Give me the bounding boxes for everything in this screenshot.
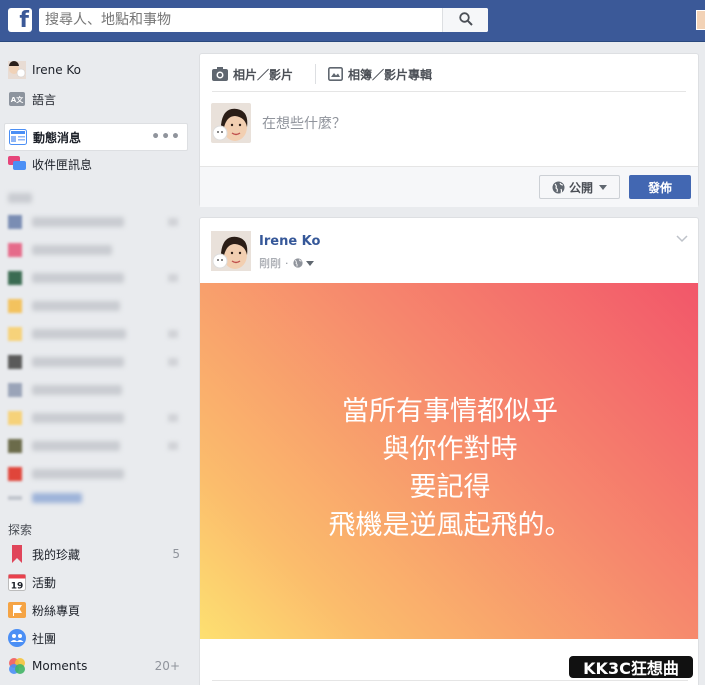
blurred-shortcut[interactable]: [8, 352, 184, 372]
svg-text:A文: A文: [11, 95, 24, 104]
post-meta: 剛剛 ·: [259, 255, 314, 271]
search-input[interactable]: [39, 8, 443, 32]
sidebar-item-label: 活動: [32, 575, 57, 590]
sidebar-item-pages[interactable]: 粉絲專頁: [4, 597, 188, 623]
privacy-label: 公開: [568, 180, 593, 195]
search-icon: [458, 11, 473, 29]
post-text-line: 與你作對時: [382, 434, 518, 465]
blurred-header: [8, 188, 184, 208]
divider: [212, 91, 686, 92]
blurred-shortcut[interactable]: [8, 324, 184, 344]
translate-icon: A文: [8, 90, 26, 108]
divider: [212, 680, 688, 681]
tab-photo-video[interactable]: 相片／影片: [212, 64, 293, 84]
sidebar-item-label: 收件匣訊息: [32, 157, 93, 172]
profile-avatar-top[interactable]: [696, 10, 705, 30]
post-button[interactable]: 發佈: [629, 175, 691, 199]
tab-label: 相簿／影片專輯: [348, 67, 433, 82]
post-text-line: 飛機是逆風起飛的。: [328, 510, 572, 541]
more-options-icon[interactable]: •••: [151, 129, 181, 145]
sidebar-item-label: 社團: [32, 631, 57, 646]
feed-post: Irene Ko 剛剛 · 當所有事情都似乎 與你作對時 要記得 飛機是逆風起飛…: [199, 217, 699, 685]
search-box: [39, 8, 488, 32]
groups-icon: [8, 629, 26, 647]
sidebar-item-groups[interactable]: 社團: [4, 625, 188, 651]
sidebar-item-moments[interactable]: Moments 20+: [4, 653, 188, 679]
calendar-icon: 19: [8, 573, 26, 591]
audience-globe-icon[interactable]: [292, 258, 314, 268]
separator-dot: ·: [285, 256, 289, 270]
tab-divider: [315, 64, 316, 84]
status-composer: 相片／影片 相簿／影片專輯 在想些什麼？ 公開 發佈: [199, 53, 699, 207]
avatar: [8, 61, 26, 79]
sidebar-item-label: 語言: [32, 92, 57, 107]
composer-footer: 公開 發佈: [200, 166, 698, 207]
sidebar-item-news-feed[interactable]: 動態消息 •••: [4, 123, 188, 151]
sidebar-item-label: Irene Ko: [32, 63, 82, 77]
explore-header: 探索: [8, 523, 33, 537]
avatar[interactable]: [211, 231, 251, 271]
sidebar-item-events[interactable]: 19 活動: [4, 569, 188, 595]
tab-album[interactable]: 相簿／影片專輯: [328, 64, 432, 84]
chevron-down-icon: [599, 184, 607, 190]
moments-icon: [8, 657, 26, 675]
facebook-logo[interactable]: f: [8, 8, 32, 32]
status-input[interactable]: 在想些什麼？: [262, 113, 346, 133]
bookmark-icon: [8, 545, 26, 563]
sidebar-item-label: 我的珍藏: [32, 547, 81, 562]
sidebar-item-label: Moments: [32, 659, 88, 673]
count-badge: 20+: [154, 659, 180, 673]
post-options-chevron-icon[interactable]: [676, 232, 688, 246]
avatar: [211, 103, 251, 143]
left-sidebar: Irene Ko A文 語言 動態消息 ••• 收件匣訊息 探索 我的珍藏 5 …: [0, 42, 192, 685]
post-author-link[interactable]: Irene Ko: [259, 234, 320, 249]
blurred-shortcut[interactable]: [8, 488, 184, 508]
post-text-line: 當所有事情都似乎: [342, 396, 558, 427]
watermark-logo: KK3C狂想曲: [567, 654, 695, 680]
sidebar-item-saved[interactable]: 我的珍藏 5: [4, 541, 188, 567]
blurred-shortcut[interactable]: [8, 436, 184, 456]
blurred-shortcut[interactable]: [8, 408, 184, 428]
blurred-shortcut[interactable]: [8, 380, 184, 400]
flag-icon: [8, 601, 26, 619]
globe-icon: [552, 181, 565, 194]
news-feed-icon: [9, 128, 27, 146]
album-icon: [328, 67, 343, 81]
top-navigation-bar: f: [0, 0, 705, 42]
post-timestamp[interactable]: 剛剛: [259, 255, 281, 271]
sidebar-item-language[interactable]: A文 語言: [4, 86, 188, 112]
blurred-shortcut[interactable]: [8, 212, 184, 232]
messages-icon: [8, 155, 26, 173]
camera-icon: [212, 67, 228, 81]
tab-label: 相片／影片: [233, 67, 294, 82]
sidebar-item-label: 粉絲專頁: [32, 603, 81, 618]
privacy-selector[interactable]: 公開: [539, 175, 620, 199]
sidebar-item-inbox[interactable]: 收件匣訊息: [4, 151, 188, 177]
sidebar-item-label: 動態消息: [33, 130, 82, 145]
blurred-shortcut[interactable]: [8, 296, 184, 316]
blurred-shortcut[interactable]: [8, 240, 184, 260]
post-text-line: 要記得: [409, 472, 491, 503]
blurred-shortcut[interactable]: [8, 464, 184, 484]
svg-text:19: 19: [11, 582, 24, 592]
count-badge: 5: [172, 547, 180, 561]
post-colored-background: 當所有事情都似乎 與你作對時 要記得 飛機是逆風起飛的。: [200, 283, 698, 639]
blurred-shortcut[interactable]: [8, 268, 184, 288]
post-text: 當所有事情都似乎 與你作對時 要記得 飛機是逆風起飛的。: [200, 393, 698, 545]
sidebar-item-profile[interactable]: Irene Ko: [4, 57, 188, 83]
search-button[interactable]: [442, 8, 488, 32]
